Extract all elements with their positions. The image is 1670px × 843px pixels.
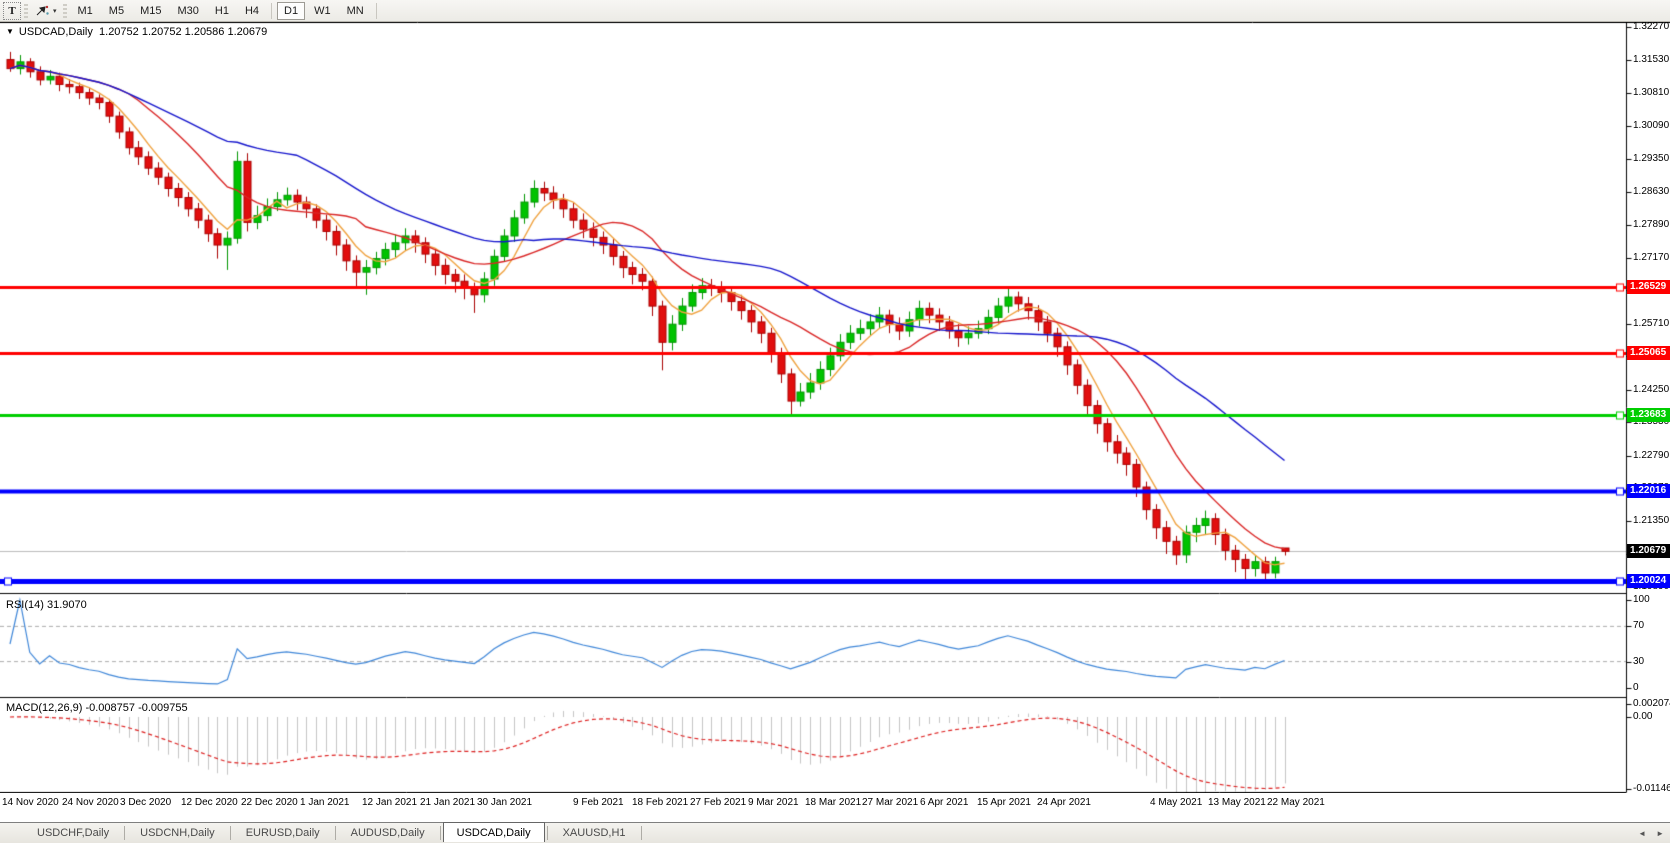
toolbar-grip	[62, 3, 67, 18]
tab-separator	[546, 826, 548, 840]
chart-tab-xauusd[interactable]: XAUUSD,H1	[550, 823, 639, 843]
price-level-badge[interactable]: 1.22016	[1627, 483, 1670, 498]
chart-tab-usdchf[interactable]: USDCHF,Daily	[24, 823, 122, 843]
price-tick-label: 1.30810	[1633, 87, 1670, 99]
macd-tick-label: 0.00	[1633, 711, 1653, 723]
price-level-badge[interactable]: 1.23683	[1627, 408, 1670, 423]
price-tick-label: 1.29350	[1633, 153, 1670, 165]
tab-scroll-controls: ◄ ►	[1638, 823, 1664, 843]
toolbar-separator	[271, 2, 273, 19]
date-tick-label: 12 Jan 2021	[362, 797, 418, 808]
chart-tab-audusd[interactable]: AUDUSD,Daily	[338, 823, 438, 843]
tab-separator	[124, 826, 126, 840]
timeframe-button-h4[interactable]: H4	[238, 2, 266, 20]
price-tick-label: 1.28630	[1633, 185, 1670, 197]
ohlc-values: 1.20752 1.20752 1.20586 1.20679	[99, 26, 268, 38]
date-tick-label: 30 Jan 2021	[477, 797, 533, 808]
chart-area: ▼ USDCAD,Daily 1.20752 1.20752 1.20586 1.…	[0, 21, 1670, 814]
rsi-header-text: RSI(14) 31.9070	[6, 599, 87, 611]
toolbar-separator	[375, 2, 377, 19]
date-tick-label: 27 Feb 2021	[690, 797, 747, 808]
tab-separator	[334, 826, 336, 840]
date-tick-label: 1 Jan 2021	[300, 797, 350, 808]
text-tool-button[interactable]: T	[3, 1, 21, 20]
tab-separator	[439, 826, 441, 840]
timeframe-button-m1[interactable]: M1	[71, 2, 100, 20]
current-price-badge: 1.20679	[1627, 544, 1670, 559]
cursor-mode-icon	[36, 5, 49, 16]
dropdown-caret-icon: ▾	[53, 7, 57, 15]
timeframe-button-m5[interactable]: M5	[102, 2, 131, 20]
date-tick-label: 27 Mar 2021	[862, 797, 919, 808]
price-chart-canvas[interactable]	[0, 22, 1670, 793]
date-tick-label: 9 Mar 2021	[748, 797, 799, 808]
rsi-header: RSI(14) 31.9070	[6, 599, 87, 611]
date-tick-label: 13 May 2021	[1208, 797, 1266, 808]
date-tick-label: 4 May 2021	[1150, 797, 1203, 808]
date-tick-label: 18 Feb 2021	[632, 797, 689, 808]
macd-tick-label: 0.002074	[1633, 698, 1670, 709]
price-level-badge[interactable]: 1.20024	[1627, 573, 1670, 588]
date-tick-label: 24 Nov 2020	[62, 797, 119, 808]
timeframe-toolbar: M1 M5 M15 M30 H1 H4 D1 W1 MN	[70, 1, 372, 20]
date-tick-label: 6 Apr 2021	[920, 797, 969, 808]
macd-header: MACD(12,26,9) -0.008757 -0.009755	[6, 702, 188, 714]
date-tick-label: 14 Nov 2020	[2, 797, 59, 808]
cursor-mode-button[interactable]: ▾	[32, 2, 60, 20]
tab-separator	[229, 826, 231, 840]
price-tick-label: 1.22790	[1633, 449, 1670, 461]
date-tick-label: 24 Apr 2021	[1037, 797, 1091, 808]
toolbar-grip	[24, 3, 28, 18]
date-tick-label: 22 May 2021	[1267, 797, 1325, 808]
price-tick-label: 1.27890	[1633, 219, 1670, 231]
price-tick-label: 1.27170	[1633, 251, 1670, 263]
timeframe-button-mn[interactable]: MN	[340, 2, 371, 20]
mt4-window: T ▾ M1 M5 M15 M30 H1 H4 D1 W1 MN ▼ USDCAD,Daily 1…	[0, 0, 1670, 843]
rsi-tick-label: 70	[1633, 620, 1645, 632]
chart-title: ▼ USDCAD,Daily 1.20752 1.20752 1.20586 1.…	[6, 26, 267, 38]
rsi-tick-label: 100	[1633, 594, 1650, 605]
price-level-badge[interactable]: 1.26529	[1627, 279, 1670, 294]
price-tick-label: 1.30090	[1633, 119, 1670, 131]
timeframe-button-m30[interactable]: M30	[170, 2, 205, 20]
price-tick-label: 1.31530	[1633, 54, 1670, 66]
rsi-tick-label: 30	[1633, 655, 1645, 667]
chart-tabs: USDCHF,Daily USDCNH,Daily EURUSD,Daily AUDU…	[24, 822, 644, 843]
price-level-badge[interactable]: 1.25065	[1627, 345, 1670, 360]
toolbar: T ▾ M1 M5 M15 M30 H1 H4 D1 W1 MN	[0, 0, 1670, 22]
timeframe-button-d1[interactable]: D1	[277, 1, 306, 20]
timeframe-button-w1[interactable]: W1	[307, 2, 338, 20]
price-tick-label: 1.32270	[1633, 21, 1670, 32]
date-tick-label: 3 Dec 2020	[120, 797, 172, 808]
chart-tab-eurusd[interactable]: EURUSD,Daily	[233, 823, 333, 843]
timeframe-button-m15[interactable]: M15	[133, 2, 168, 20]
chart-tab-usdcad[interactable]: USDCAD,Daily	[442, 822, 545, 842]
window-splitter[interactable]	[0, 814, 1670, 822]
macd-header-text: MACD(12,26,9) -0.008757 -0.009755	[6, 702, 188, 714]
price-tick-label: 1.25710	[1633, 317, 1670, 329]
date-tick-label: 18 Mar 2021	[805, 797, 862, 808]
timeframe-button-h1[interactable]: H1	[208, 2, 236, 20]
symbol-title: USDCAD,Daily	[18, 26, 93, 38]
date-tick-label: 22 Dec 2020	[241, 797, 298, 808]
date-tick-label: 12 Dec 2020	[181, 797, 238, 808]
chart-tabs-bar: USDCHF,Daily USDCNH,Daily EURUSD,Daily AUDU…	[0, 822, 1670, 843]
rsi-tick-label: 0	[1633, 682, 1639, 693]
tab-scroll-right-icon[interactable]: ►	[1656, 829, 1664, 838]
tab-separator	[640, 826, 642, 840]
price-tick-label: 1.21350	[1633, 514, 1670, 526]
collapse-icon: ▼	[6, 27, 14, 36]
date-axis[interactable]: 14 Nov 2020 24 Nov 2020 3 Dec 2020 12 Dec 2…	[0, 793, 1670, 814]
date-tick-label: 21 Jan 2021	[420, 797, 476, 808]
price-tick-label: 1.24250	[1633, 383, 1670, 395]
date-tick-label: 15 Apr 2021	[977, 797, 1031, 808]
date-tick-label: 9 Feb 2021	[573, 797, 624, 808]
chart-tab-usdcnh[interactable]: USDCNH,Daily	[127, 823, 228, 843]
tab-scroll-left-icon[interactable]: ◄	[1638, 829, 1646, 838]
